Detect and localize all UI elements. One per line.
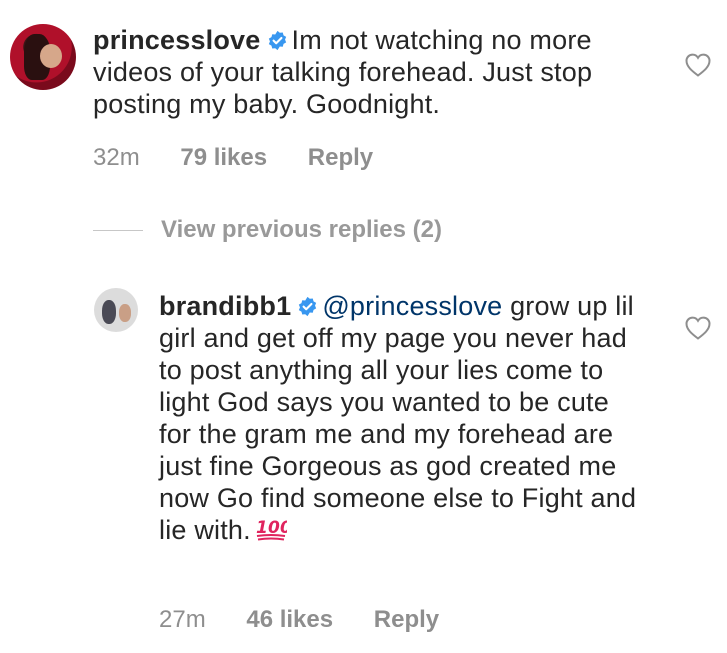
- avatar[interactable]: [94, 288, 138, 332]
- mention-link[interactable]: @princesslove: [322, 291, 502, 321]
- comment-time: 32m: [93, 144, 140, 171]
- hundred-points-emoji-icon: 100: [256, 518, 287, 541]
- comment-thread: princesslove Im not watching no more vide…: [0, 0, 727, 653]
- heart-outline-icon[interactable]: [684, 52, 712, 78]
- comment-likes[interactable]: 46 likes: [246, 606, 333, 633]
- comment-likes[interactable]: 79 likes: [180, 144, 267, 171]
- comment-body: brandibb1 @princesslove grow up lil girl …: [159, 290, 639, 546]
- comment-body: princesslove Im not watching no more vide…: [93, 24, 653, 120]
- comment-username[interactable]: brandibb1: [159, 291, 291, 321]
- reply-button[interactable]: Reply: [308, 144, 373, 171]
- comment-time: 27m: [159, 606, 206, 633]
- verified-badge-icon: [299, 296, 317, 317]
- comment-meta: 27m 46 likes Reply: [159, 606, 473, 634]
- comment-meta: 32m 79 likes Reply: [93, 144, 407, 172]
- comment-text: grow up lil girl and get off my page you…: [159, 291, 637, 545]
- comment-username[interactable]: princesslove: [93, 25, 261, 55]
- reply-button[interactable]: Reply: [374, 606, 439, 633]
- verified-badge-icon: [268, 30, 286, 51]
- view-previous-replies[interactable]: View previous replies (2): [93, 216, 442, 244]
- divider-line: [93, 229, 143, 231]
- view-previous-replies-label[interactable]: View previous replies (2): [161, 216, 442, 244]
- heart-outline-icon[interactable]: [684, 315, 712, 341]
- avatar[interactable]: [10, 24, 76, 90]
